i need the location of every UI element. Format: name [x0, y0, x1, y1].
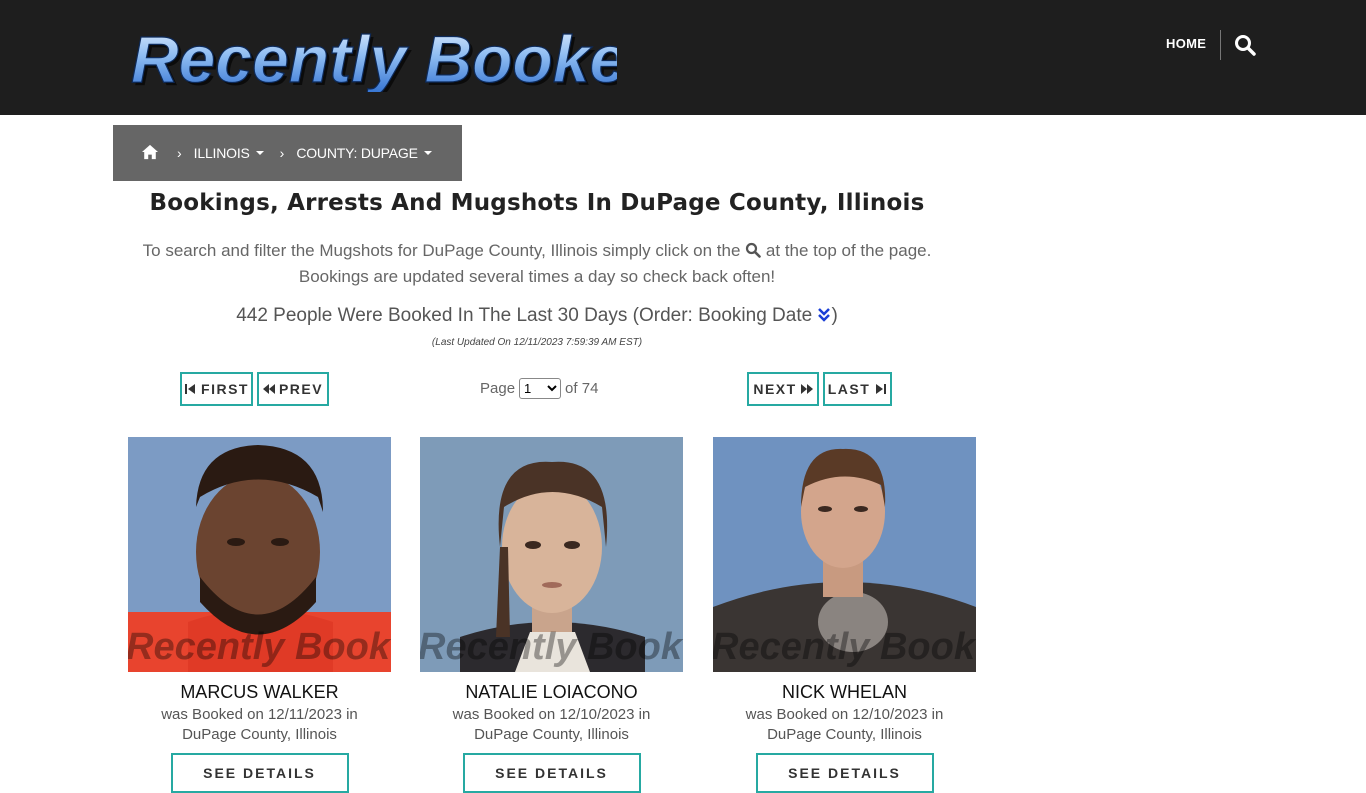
booking-count-text: 442 People Were Booked In The Last 30 Da… [236, 305, 813, 326]
see-details-button[interactable]: SEE DETAILS [462, 753, 641, 793]
page-selector: Page 1 of 74 [480, 378, 598, 399]
chevron-right-icon: › [177, 145, 182, 161]
page-total: of 74 [565, 380, 599, 397]
first-page-button[interactable]: FIRST [180, 372, 253, 406]
last-page-button[interactable]: LAST [823, 372, 892, 406]
nav-divider [1220, 30, 1221, 60]
booking-card: Recently Booked.com MARCUS WALKER was Bo… [128, 437, 391, 793]
booking-date-line: was Booked on 12/10/2023 in [745, 706, 944, 723]
inmate-name[interactable]: MARCUS WALKER [128, 682, 391, 703]
breadcrumb: › ILLINOIS › COUNTY: DUPAGE [113, 125, 462, 181]
caret-down-icon [255, 151, 264, 155]
fast-forward-icon [800, 384, 813, 394]
prev-page-label: PREV [278, 381, 324, 397]
intro-part1: To search and filter the Mugshots for Du… [142, 241, 741, 260]
inmate-name[interactable]: NATALIE LOIACONO [420, 682, 683, 703]
booking-date-line: was Booked on 12/10/2023 in [452, 706, 651, 723]
see-details-button[interactable]: SEE DETAILS [755, 753, 934, 793]
booking-count-close: ) [831, 305, 838, 326]
sort-order-icon[interactable] [817, 307, 831, 323]
skip-back-icon [185, 384, 196, 394]
mugshot-photo[interactable]: Recently Booked.com [420, 437, 683, 672]
page-select[interactable]: 1 [519, 378, 562, 399]
see-details-button[interactable]: SEE DETAILS [170, 753, 349, 793]
logo-wordmark: Recently Booked Recently Booked [130, 21, 671, 99]
search-icon[interactable] [1234, 34, 1256, 56]
breadcrumb-county-dropdown[interactable]: COUNTY: DUPAGE [296, 145, 432, 161]
mugshot-photo[interactable]: Recently Booked.com [713, 437, 976, 672]
search-icon [745, 240, 761, 258]
booking-card: Recently Booked.com NICK WHELAN was Book… [713, 437, 976, 793]
inmate-name[interactable]: NICK WHELAN [713, 682, 976, 703]
last-updated: (Last Updated On 12/11/2023 7:59:39 AM E… [431, 337, 643, 348]
booking-location: DuPage County, Illinois [767, 726, 922, 743]
next-page-button[interactable]: NEXT [747, 372, 819, 406]
svg-text:Recently Booked.com: Recently Booked.com [128, 626, 391, 668]
last-page-label: LAST [827, 381, 871, 397]
svg-text:Recently Booked.com: Recently Booked.com [713, 626, 976, 668]
home-icon[interactable] [141, 144, 161, 162]
intro-line2: Bookings are updated several times a day… [298, 267, 776, 286]
booking-location: DuPage County, Illinois [474, 726, 629, 743]
site-header: Recently Booked Recently Booked HOME [0, 0, 1366, 115]
page-label: Page [480, 380, 516, 397]
rewind-icon [262, 384, 275, 394]
booking-info: was Booked on 12/10/2023 in DuPage Count… [420, 705, 683, 745]
nav-home-link[interactable]: HOME [1166, 36, 1206, 51]
chevron-right-icon: › [279, 145, 285, 161]
booking-info: was Booked on 12/10/2023 in DuPage Count… [713, 705, 976, 745]
prev-page-button[interactable]: PREV [257, 372, 329, 406]
site-logo[interactable]: Recently Booked Recently Booked [127, 20, 671, 99]
booking-info: was Booked on 12/11/2023 in DuPage Count… [128, 705, 391, 745]
booking-location: DuPage County, Illinois [182, 726, 337, 743]
breadcrumb-state-label: ILLINOIS [193, 145, 250, 161]
booking-card: Recently Booked.com NATALIE LOIACONO was… [420, 437, 683, 793]
mugshot-photo[interactable]: Recently Booked.com [128, 437, 391, 672]
page-title: Bookings, Arrests And Mugshots In DuPage… [149, 190, 925, 216]
breadcrumb-state-dropdown[interactable]: ILLINOIS [194, 145, 264, 161]
svg-text:Recently Booked: Recently Booked [131, 22, 617, 92]
first-page-label: FIRST [201, 381, 249, 397]
intro-text: To search and filter the Mugshots for Du… [113, 238, 961, 290]
booking-count: 442 People Were Booked In The Last 30 Da… [113, 305, 961, 327]
intro-part2: at the top of the page. [765, 241, 932, 260]
svg-text:Recently Booked.com: Recently Booked.com [420, 626, 683, 668]
next-page-label: NEXT [753, 381, 797, 397]
caret-down-icon [423, 151, 432, 155]
booking-date-line: was Booked on 12/11/2023 in [161, 706, 358, 723]
skip-forward-icon [876, 384, 887, 394]
breadcrumb-county-label: COUNTY: DUPAGE [296, 145, 418, 161]
